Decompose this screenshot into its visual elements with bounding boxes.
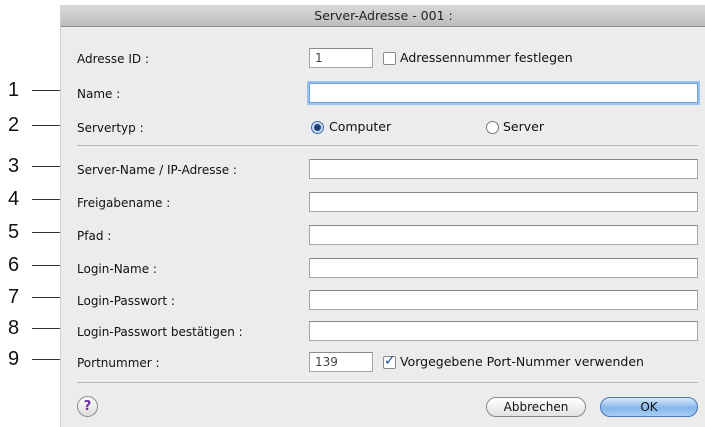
separator bbox=[77, 382, 698, 383]
separator bbox=[77, 145, 698, 146]
server-name-label: Server-Name / IP-Adresse : bbox=[77, 163, 237, 177]
login-password-confirm-field[interactable] bbox=[309, 321, 698, 341]
callout-number: 4 bbox=[8, 188, 20, 210]
callout-number: 2 bbox=[8, 114, 20, 136]
callout-number: 7 bbox=[8, 286, 20, 308]
ok-button[interactable]: OK bbox=[600, 397, 698, 417]
server-type-computer-radio[interactable] bbox=[311, 121, 324, 134]
login-name-field[interactable] bbox=[309, 258, 698, 278]
port-number-field[interactable]: 139 bbox=[309, 352, 373, 372]
login-password-field[interactable] bbox=[309, 290, 698, 310]
callout-number: 6 bbox=[8, 254, 20, 276]
callout-number: 3 bbox=[8, 155, 20, 177]
callout-number: 9 bbox=[8, 348, 20, 370]
share-name-field[interactable] bbox=[309, 192, 698, 212]
login-name-label: Login-Name : bbox=[77, 262, 157, 276]
path-field[interactable] bbox=[309, 225, 698, 245]
port-number-label: Portnummer : bbox=[77, 356, 160, 370]
path-label: Pfad : bbox=[77, 229, 112, 243]
name-label: Name : bbox=[77, 87, 121, 101]
use-default-port-label: Vorgegebene Port-Nummer verwenden bbox=[400, 354, 644, 369]
use-default-port-checkbox[interactable] bbox=[383, 353, 396, 369]
name-field[interactable] bbox=[309, 83, 698, 103]
callout-number: 5 bbox=[8, 221, 20, 243]
share-name-label: Freigabename : bbox=[77, 196, 171, 210]
address-id-field[interactable]: 1 bbox=[309, 48, 373, 68]
set-address-number-label: Adressennummer festlegen bbox=[400, 50, 573, 65]
server-address-dialog: Server-Adresse - 001 : Adresse ID : 1 Ad… bbox=[60, 5, 705, 427]
login-password-label: Login-Passwort : bbox=[77, 294, 175, 308]
server-type-computer-label: Computer bbox=[329, 119, 392, 134]
login-password-confirm-label: Login-Passwort bestätigen : bbox=[77, 325, 243, 339]
server-type-server-label: Server bbox=[503, 119, 544, 134]
dialog-title: Server-Adresse - 001 : bbox=[61, 5, 705, 27]
server-name-field[interactable] bbox=[309, 159, 698, 179]
set-address-number-checkbox[interactable] bbox=[383, 52, 396, 65]
server-type-label: Servertyp : bbox=[77, 121, 144, 135]
server-type-server-radio[interactable] bbox=[486, 121, 499, 134]
callout-number: 1 bbox=[8, 79, 20, 101]
callout-number: 8 bbox=[8, 317, 20, 339]
address-id-label: Adresse ID : bbox=[77, 52, 150, 66]
help-button[interactable]: ? bbox=[77, 396, 98, 417]
cancel-button[interactable]: Abbrechen bbox=[486, 397, 586, 417]
